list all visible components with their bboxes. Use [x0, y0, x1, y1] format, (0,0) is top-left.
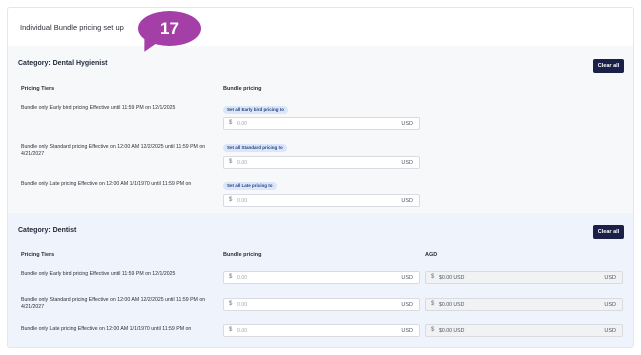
agd-price-value: $0.00 USD: [439, 275, 465, 281]
currency-symbol: $: [431, 327, 435, 333]
currency-unit: USD: [604, 302, 616, 308]
column-header-bundle-pricing: Bundle pricing: [223, 86, 262, 92]
pricing-tier-label: Bundle only Late pricing Effective on 12…: [21, 181, 192, 187]
currency-symbol: $: [229, 327, 233, 333]
currency-symbol: $: [229, 197, 233, 203]
column-header-bundle-pricing: Bundle pricing: [223, 252, 262, 258]
bundle-price-value: 0.00: [237, 275, 248, 281]
bundle-price-input[interactable]: $ 0.00 USD: [223, 324, 420, 337]
agd-price-field: $ $0.00 USD USD: [425, 271, 623, 284]
currency-unit: USD: [401, 328, 413, 334]
column-header-pricing-tiers: Pricing Tiers: [21, 86, 55, 92]
currency-symbol: $: [229, 120, 233, 126]
set-all-early-bird-button[interactable]: Set all Early bird pricing to: [223, 106, 289, 114]
set-all-standard-button[interactable]: Set all Standard pricing to: [223, 144, 287, 152]
bundle-price-input[interactable]: $ 0.00 USD: [223, 194, 420, 207]
bundle-price-value: 0.00: [237, 198, 248, 204]
pricing-tier-label: Bundle only Late pricing Effective on 12…: [21, 326, 192, 332]
currency-symbol: $: [229, 274, 233, 280]
pricing-tier-label: Bundle only Standard pricing Effective o…: [21, 144, 206, 157]
pricing-tier-label: Bundle only Early bird pricing Effective…: [21, 271, 176, 277]
set-all-late-button[interactable]: Set all Late pricing to: [223, 182, 277, 190]
column-header-agd: AGD: [425, 252, 438, 258]
agd-price-field: $ $0.00 USD USD: [425, 324, 623, 337]
pricing-tier-label: Bundle only Standard pricing Effective o…: [21, 297, 206, 310]
currency-unit: USD: [401, 302, 413, 308]
currency-symbol: $: [229, 159, 233, 165]
category-title: Category: Dentist: [18, 227, 77, 234]
currency-unit: USD: [401, 121, 413, 127]
bundle-price-value: 0.00: [237, 302, 248, 308]
bundle-price-input[interactable]: $ 0.00 USD: [223, 117, 420, 130]
bundle-price-input[interactable]: $ 0.00 USD: [223, 271, 420, 284]
bundle-price-value: 0.00: [237, 121, 248, 127]
bundle-price-input[interactable]: $ 0.00 USD: [223, 156, 420, 169]
card-header: Individual Bundle pricing set up: [8, 8, 633, 46]
currency-symbol: $: [431, 301, 435, 307]
currency-unit: USD: [604, 275, 616, 281]
currency-unit: USD: [401, 160, 413, 166]
bundle-price-value: 0.00: [237, 160, 248, 166]
currency-unit: USD: [604, 328, 616, 334]
currency-symbol: $: [431, 274, 435, 280]
currency-symbol: $: [229, 301, 233, 307]
currency-unit: USD: [401, 275, 413, 281]
page-title: Individual Bundle pricing set up: [20, 23, 124, 32]
currency-unit: USD: [401, 198, 413, 204]
bundle-pricing-card: Individual Bundle pricing set up Categor…: [7, 7, 634, 348]
pricing-tier-label: Bundle only Early bird pricing Effective…: [21, 105, 176, 111]
clear-all-button[interactable]: Clear all: [593, 225, 624, 239]
agd-price-value: $0.00 USD: [439, 302, 465, 308]
bundle-price-input[interactable]: $ 0.00 USD: [223, 298, 420, 311]
bundle-price-value: 0.00: [237, 328, 248, 334]
category-section-dental-hygienist: Category: Dental Hygienist Clear all Pri…: [8, 46, 633, 213]
agd-price-field: $ $0.00 USD USD: [425, 298, 623, 311]
clear-all-button[interactable]: Clear all: [593, 59, 624, 73]
column-header-pricing-tiers: Pricing Tiers: [21, 252, 55, 258]
agd-price-value: $0.00 USD: [439, 328, 465, 334]
category-title: Category: Dental Hygienist: [18, 60, 108, 67]
step-number-badge: 17: [138, 11, 201, 46]
category-section-dentist: Category: Dentist Clear all Pricing Tier…: [8, 213, 633, 347]
